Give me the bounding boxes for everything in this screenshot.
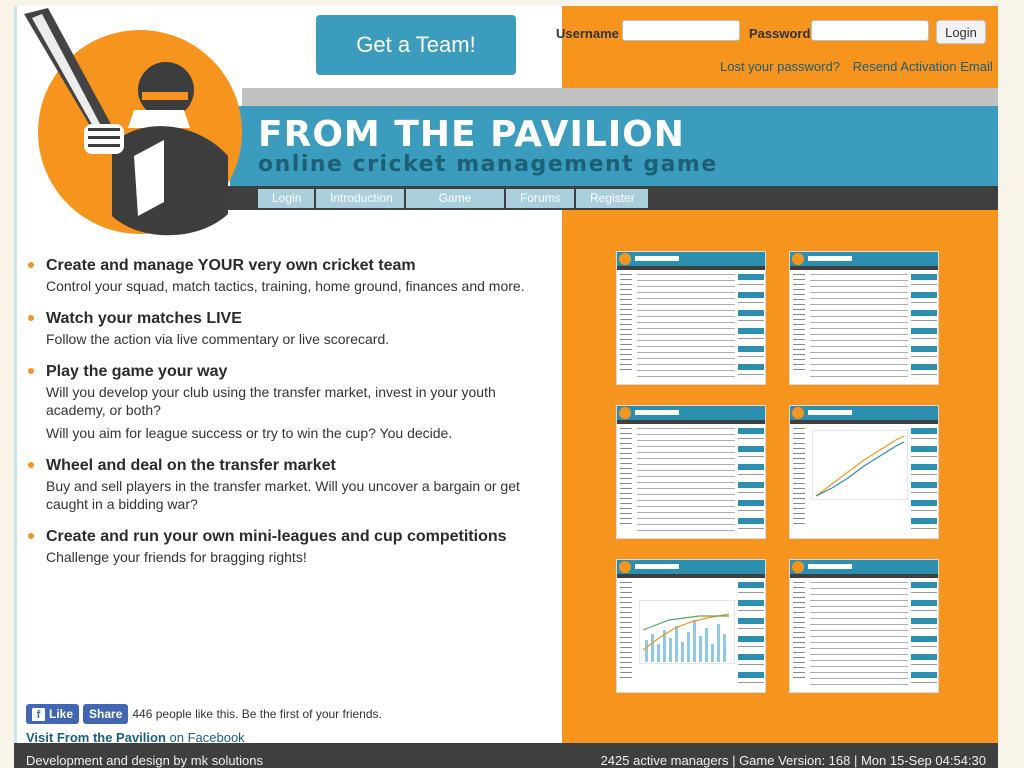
feature-text: Buy and sell players in the transfer mar…	[46, 478, 520, 512]
thumbnail-sidebar	[793, 428, 805, 528]
logo-glove-line	[88, 128, 120, 131]
feature-text: Will you aim for league success or try t…	[46, 425, 453, 441]
thumbnail-sidebar	[793, 582, 805, 682]
site-title: FROM THE PAVILION	[258, 114, 685, 155]
feature-item: Create and run your own mini-leagues and…	[26, 528, 551, 566]
logo-body	[112, 126, 228, 236]
site-subtitle: online cricket management game	[258, 152, 718, 177]
facebook-icon: f	[32, 707, 45, 721]
password-label: Password	[749, 26, 811, 41]
footer: Development and design by mk solutions 2…	[14, 743, 998, 768]
thumbnail-line-graph	[812, 430, 908, 500]
logo-glove-line	[88, 136, 120, 139]
bullet-icon	[28, 262, 34, 268]
nav-login[interactable]: Login	[258, 189, 314, 208]
lost-password-link[interactable]: Lost your password?	[720, 59, 840, 74]
thumbnail-sidebar	[793, 274, 805, 374]
thumbnail-sidebar	[620, 274, 632, 374]
screenshot-thumbnail-1[interactable]	[616, 251, 766, 385]
thumbnail-content	[810, 274, 908, 378]
password-input[interactable]	[811, 20, 929, 41]
screenshot-thumbnail-3[interactable]	[616, 405, 766, 539]
feature-text: Will you develop your club using the tra…	[46, 384, 496, 418]
get-a-team-button[interactable]: Get a Team!	[316, 15, 516, 75]
feature-item: Play the game your way Will you develop …	[26, 363, 551, 442]
thumbnail-content	[637, 428, 735, 532]
thumbnail-nav	[790, 574, 938, 578]
thumbnail-header	[617, 252, 765, 266]
logo-glove-line	[88, 144, 120, 147]
thumbnail-panel	[911, 428, 937, 532]
feature-text: Follow the action via live commentary or…	[46, 331, 390, 347]
thumbnail-sidebar	[620, 582, 632, 682]
feature-text: Control your squad, match tactics, train…	[46, 278, 525, 294]
facebook-like-button[interactable]: f Like	[26, 704, 80, 724]
thumbnail-header	[790, 560, 938, 574]
thumbnail-panel	[738, 428, 764, 532]
feature-item: Watch your matches LIVE Follow the actio…	[26, 310, 551, 348]
feature-title: Create and manage YOUR very own cricket …	[46, 257, 416, 274]
cricketer-logo[interactable]	[14, 6, 254, 246]
feature-title: Wheel and deal on the transfer market	[46, 457, 336, 474]
feature-list: Create and manage YOUR very own cricket …	[26, 257, 551, 581]
header-gray-strip	[242, 88, 998, 106]
logo-visor	[142, 92, 188, 100]
thumbnail-header	[617, 560, 765, 574]
thumbnail-panel	[738, 582, 764, 686]
like-count-text: 446 people like this. Be the first of yo…	[132, 707, 382, 721]
thumbnail-graph-frame	[812, 430, 908, 500]
thumbnail-nav	[790, 420, 938, 424]
nav-introduction[interactable]: Introduction	[316, 189, 404, 208]
bullet-icon	[28, 368, 34, 374]
thumbnail-header	[790, 406, 938, 420]
thumbnail-header	[790, 252, 938, 266]
thumbnail-nav	[617, 574, 765, 578]
thumbnail-panel	[911, 582, 937, 686]
footer-credits: Development and design by mk solutions	[26, 753, 264, 768]
nav-register[interactable]: Register	[576, 189, 648, 208]
username-label: Username	[556, 26, 619, 41]
thumbnail-bar-graph	[639, 600, 735, 664]
nav-forums[interactable]: Forums	[506, 189, 574, 208]
thumbnail-content	[810, 582, 908, 686]
screenshot-thumbnail-6[interactable]	[789, 559, 939, 693]
username-input[interactable]	[622, 20, 740, 41]
bullet-icon	[28, 315, 34, 321]
screenshot-thumbnail-2[interactable]	[789, 251, 939, 385]
nav-game-manual[interactable]: Game Manual	[406, 189, 504, 224]
account-recovery-links: Lost your password? Resend Activation Em…	[720, 59, 993, 74]
resend-activation-link[interactable]: Resend Activation Email	[853, 59, 993, 74]
thumbnail-nav	[790, 266, 938, 270]
footer-status: 2425 active managers | Game Version: 168…	[600, 753, 986, 768]
feature-item: Wheel and deal on the transfer market Bu…	[26, 457, 551, 513]
feature-title: Watch your matches LIVE	[46, 310, 242, 327]
thumbnail-nav	[617, 420, 765, 424]
thumbnail-nav	[617, 266, 765, 270]
feature-text: Challenge your friends for bragging righ…	[46, 549, 307, 565]
feature-title: Play the game your way	[46, 363, 228, 380]
main-nav: Login Introduction Game Manual Forums Re…	[258, 189, 648, 224]
screenshot-thumbnail-5[interactable]	[616, 559, 766, 693]
bullet-icon	[28, 462, 34, 468]
thumbnail-content	[637, 274, 735, 378]
facebook-like-widget: f Like Share 446 people like this. Be th…	[26, 704, 382, 724]
thumbnail-sidebar	[620, 428, 632, 528]
thumbnail-panel	[738, 274, 764, 378]
bullet-icon	[28, 533, 34, 539]
facebook-share-button[interactable]: Share	[83, 704, 129, 724]
page: FROM THE PAVILION online cricket managem…	[14, 6, 998, 768]
logo-face	[128, 110, 190, 128]
thumbnail-header	[617, 406, 765, 420]
like-label: Like	[49, 707, 74, 721]
screenshot-thumbnail-4[interactable]	[789, 405, 939, 539]
feature-item: Create and manage YOUR very own cricket …	[26, 257, 551, 295]
thumbnail-panel	[911, 274, 937, 378]
login-button[interactable]: Login	[936, 20, 986, 44]
feature-title: Create and run your own mini-leagues and…	[46, 528, 507, 545]
logo-helmet	[138, 62, 194, 118]
